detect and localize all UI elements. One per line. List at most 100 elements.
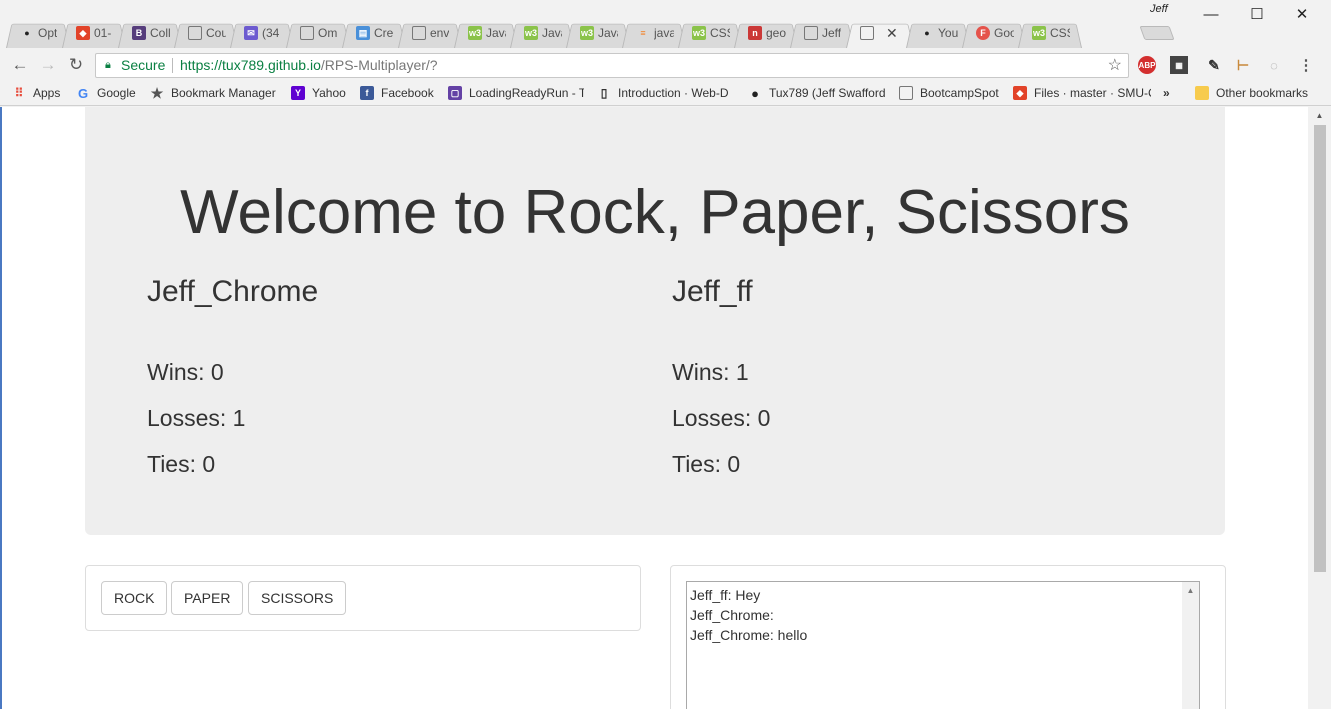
tab[interactable]: ✉ (34 [230, 18, 294, 48]
tab[interactable]: ● Opt [6, 18, 70, 48]
tab[interactable]: ▤ Cre [342, 18, 406, 48]
github-icon: ● [24, 28, 30, 38]
tab[interactable]: n geo [734, 18, 798, 48]
page-icon [300, 26, 314, 40]
player1-ties: Ties: 0 [147, 451, 216, 477]
page-icon [899, 86, 913, 100]
tab[interactable]: Jeff [790, 18, 854, 48]
tab[interactable]: w3Java [566, 18, 630, 48]
player1-name: Jeff_Chrome [147, 275, 319, 308]
chat-scrollbar[interactable]: ▲ [1182, 582, 1199, 709]
tab[interactable]: env [398, 18, 462, 48]
apps-icon: ⠿ [14, 86, 24, 100]
bookmark-apps[interactable]: ⠿ Apps [12, 86, 61, 100]
page-icon [412, 26, 426, 40]
tab-strip: ● Opt ◆ 01- B Coll Cou ✉ (34 Om ▤ Cre env w3 J… [0, 0, 1331, 48]
w3schools-icon: w3 [580, 26, 594, 40]
lock-icon: 🔒︎ [105, 59, 111, 71]
page-scrollbar[interactable]: ▲ [1308, 107, 1331, 709]
tab[interactable]: F Goo [962, 18, 1026, 48]
forward-icon[interactable]: → [38, 55, 58, 75]
tab[interactable]: Cou [174, 18, 238, 48]
npm-icon: n [748, 26, 762, 40]
bootstrap-icon: B [132, 26, 146, 40]
bookmark-introduction[interactable]: ▯ Introduction · Web-D [597, 86, 735, 100]
tab[interactable]: ● You [906, 18, 970, 48]
close-tab-icon[interactable]: ✕ [886, 25, 898, 42]
tab[interactable]: w3CSS [1018, 18, 1082, 48]
tab[interactable]: w3CSS [678, 18, 742, 48]
extension-icon[interactable]: ◌ [1265, 56, 1283, 74]
tab[interactable]: B Coll [118, 18, 182, 48]
w3schools-icon: w3 [524, 26, 538, 40]
player2-wins: Wins: 1 [672, 359, 749, 385]
chat-panel: Jeff_ff: Hey Jeff_Chrome: Jeff_Chrome: h… [670, 565, 1226, 709]
back-icon[interactable]: ← [10, 55, 30, 75]
twitch-icon: ▢ [448, 86, 462, 100]
tab-active[interactable]: ✕ [846, 18, 914, 48]
page-icon [860, 26, 874, 40]
bookmark-bootcampspot[interactable]: BootcampSpot [899, 86, 999, 100]
star-icon: ★ [150, 86, 164, 100]
tab[interactable]: w3Java [510, 18, 574, 48]
stackoverflow-icon: ≡ [640, 28, 646, 38]
address-bar[interactable]: 🔒︎ Secure https://tux789.github.io/RPS-M… [95, 53, 1129, 78]
player2-losses: Losses: 0 [672, 405, 771, 431]
github-icon: ● [751, 86, 759, 100]
new-tab-button[interactable] [1139, 26, 1175, 40]
bookmark-facebook[interactable]: f Facebook [360, 86, 434, 100]
maximize-icon[interactable]: ☐ [1234, 4, 1280, 24]
page-viewport: Welcome to Rock, Paper, Scissors Jeff_Ch… [0, 107, 1331, 709]
w3schools-icon: w3 [1032, 26, 1046, 40]
menu-icon[interactable]: ⋮ [1297, 56, 1315, 74]
choice-panel: ROCK PAPER SCISSORS [85, 565, 641, 631]
w3schools-icon: w3 [692, 26, 706, 40]
browser-chrome: ● Opt ◆ 01- B Coll Cou ✉ (34 Om ▤ Cre env w3 J… [0, 0, 1331, 110]
security-label: Secure [121, 57, 166, 73]
scroll-up-arrow-icon[interactable]: ▲ [1182, 582, 1199, 599]
adblock-icon[interactable]: ABP [1138, 56, 1156, 74]
bookmarks-overflow[interactable]: » [1163, 86, 1170, 100]
player2-panel: Jeff_ff Wins: 1 Losses: 0 Ties: 0 [672, 275, 1072, 477]
bookmark-yahoo[interactable]: Y Yahoo [291, 86, 346, 100]
paper-button[interactable]: PAPER [171, 581, 244, 615]
rock-button[interactable]: ROCK [101, 581, 168, 615]
gitlab-icon: ◆ [1013, 86, 1027, 100]
player1-losses: Losses: 1 [147, 405, 246, 431]
tab[interactable]: Om [286, 18, 350, 48]
chat-message: Jeff_ff: Hey [690, 587, 761, 603]
bookmark-star-icon[interactable]: ☆ [1108, 54, 1122, 77]
minimize-icon[interactable]: — [1188, 4, 1234, 24]
tab[interactable]: ≡ java [622, 18, 686, 48]
github-icon: ● [924, 28, 930, 38]
other-bookmarks[interactable]: Other bookmarks [1195, 86, 1308, 100]
chat-log[interactable]: Jeff_ff: Hey Jeff_Chrome: Jeff_Chrome: h… [686, 581, 1200, 709]
film-icon[interactable]: ▦ [1170, 56, 1188, 74]
scissors-button[interactable]: SCISSORS [248, 581, 347, 615]
tab[interactable]: ◆ 01- [62, 18, 126, 48]
bookmark-files[interactable]: ◆ Files · master · SMU-C [1013, 86, 1151, 100]
tab[interactable]: w3Java [454, 18, 518, 48]
ruler-icon[interactable]: ⊢ [1234, 56, 1252, 74]
eyedropper-icon[interactable]: ✎ [1205, 56, 1223, 74]
jumbotron: Welcome to Rock, Paper, Scissors Jeff_Ch… [85, 107, 1225, 535]
url-host: https://tux789.github.io [180, 57, 321, 73]
bookmark-manager[interactable]: ★ Bookmark Manager [150, 86, 276, 100]
url-text: https://tux789.github.io/RPS-Multiplayer… [180, 54, 438, 77]
address-separator [172, 58, 173, 73]
mail-icon: ✉ [244, 26, 258, 40]
profile-name[interactable]: Jeff [1150, 3, 1168, 15]
calendar-icon: ▤ [356, 26, 370, 40]
bookmark-tux789[interactable]: ● Tux789 (Jeff Swafford [748, 86, 886, 100]
bookmark-google[interactable]: G Google [76, 86, 136, 100]
reload-icon[interactable]: ↻ [66, 55, 86, 75]
page-title: Welcome to Rock, Paper, Scissors [180, 178, 1130, 247]
player2-name: Jeff_ff [672, 275, 753, 308]
google-icon: G [77, 86, 89, 100]
book-icon: ▯ [600, 86, 608, 100]
scroll-thumb[interactable] [1314, 125, 1326, 572]
player1-panel: Jeff_Chrome Wins: 0 Losses: 1 Ties: 0 [147, 275, 547, 477]
close-window-icon[interactable]: ✕ [1279, 4, 1325, 24]
scroll-up-arrow-icon[interactable]: ▲ [1308, 107, 1331, 124]
bookmark-loadingreadyrun[interactable]: ▢ LoadingReadyRun - T [448, 86, 584, 100]
